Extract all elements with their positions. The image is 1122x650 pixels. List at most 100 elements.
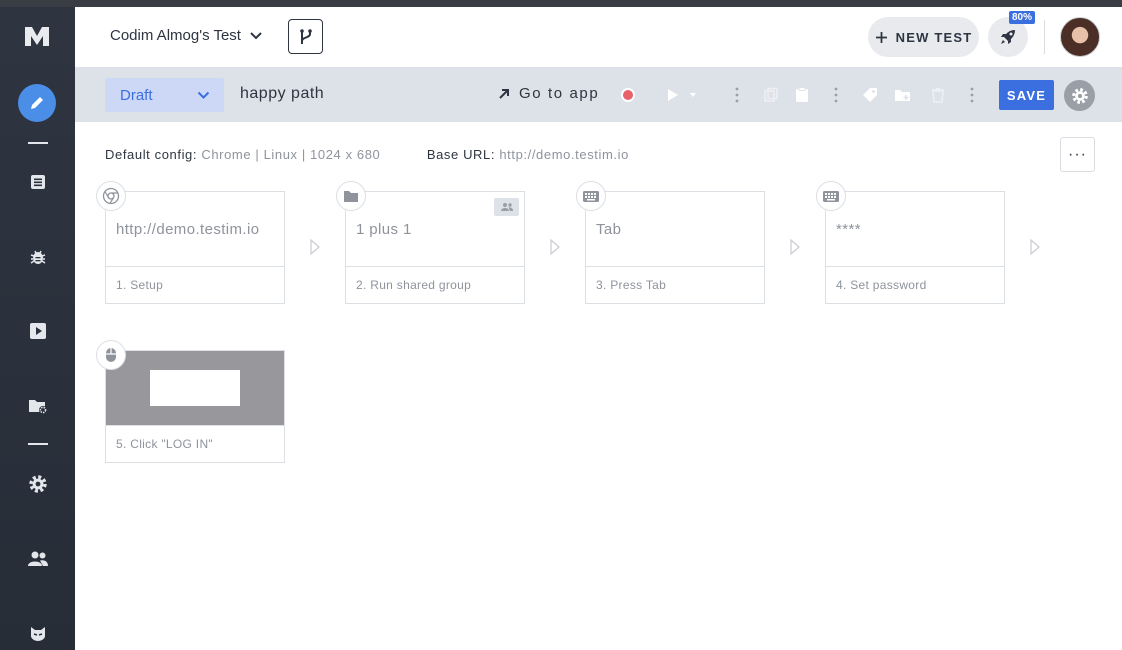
- test-canvas: Default config: Chrome | Linux | 1024 x …: [75, 122, 1122, 650]
- play-icon: [668, 89, 678, 101]
- more-options-button[interactable]: ···: [1060, 137, 1095, 172]
- step-arrow-icon: [550, 239, 560, 255]
- caret-down-icon: [690, 93, 696, 97]
- testim-logo[interactable]: [23, 24, 51, 48]
- play-options-dropdown[interactable]: [687, 84, 699, 106]
- more-run-options[interactable]: [726, 84, 748, 106]
- sidebar-divider: [28, 142, 48, 144]
- top-header: Codim Almog's Test NEW TEST 80%: [75, 7, 1122, 67]
- pencil-icon: [31, 97, 43, 109]
- step-arrow-icon: [790, 239, 800, 255]
- arrow-up-right-icon: [499, 88, 509, 99]
- shared-group-badge: [494, 198, 519, 216]
- gear-icon: [1071, 87, 1088, 104]
- step-card[interactable]: **** 4. Set password: [825, 191, 1005, 304]
- element-highlight: [150, 370, 240, 406]
- sidebar-item-bugs[interactable]: [27, 246, 49, 268]
- go-to-app-link[interactable]: Go to app: [498, 85, 599, 102]
- delete-button[interactable]: [927, 84, 949, 106]
- step-screenshot-thumbnail: [106, 351, 284, 426]
- sidebar-divider: [28, 443, 48, 445]
- test-name[interactable]: happy path: [240, 85, 324, 103]
- chevron-down-icon: [250, 31, 262, 39]
- record-button[interactable]: [617, 84, 639, 106]
- default-config-label: Default config:: [105, 147, 198, 162]
- window-top-strip: [0, 0, 1122, 7]
- step-label: 2. Run shared group: [356, 278, 472, 292]
- step-card[interactable]: http://demo.testim.io 1. Setup: [105, 191, 285, 304]
- record-icon: [621, 88, 635, 102]
- step-type-badge: [336, 181, 366, 211]
- branch-icon: [299, 28, 312, 44]
- play-icon: [30, 323, 46, 339]
- play-button[interactable]: [662, 84, 684, 106]
- default-config-value[interactable]: Chrome | Linux | 1024 x 680: [201, 147, 380, 162]
- step-label: 4. Set password: [836, 278, 927, 292]
- sidebar: [0, 7, 75, 650]
- sidebar-item-team[interactable]: [27, 548, 49, 570]
- status-value: Draft: [120, 86, 153, 104]
- sidebar-item-tests[interactable]: [27, 171, 49, 193]
- label-button[interactable]: [859, 84, 881, 106]
- test-settings-button[interactable]: [1064, 80, 1095, 111]
- sidebar-item-settings[interactable]: [27, 473, 49, 495]
- step-type-badge: [96, 181, 126, 211]
- header-divider: [1044, 20, 1045, 54]
- chrome-icon: [102, 187, 120, 205]
- base-url-value[interactable]: http://demo.testim.io: [499, 147, 629, 162]
- rocket-icon: [1001, 30, 1015, 44]
- step-card[interactable]: Tab 3. Press Tab: [585, 191, 765, 304]
- sidebar-item-editor[interactable]: [18, 84, 56, 122]
- app-window: Codim Almog's Test NEW TEST 80% Draft ha…: [0, 0, 1122, 650]
- step-type-badge: [576, 181, 606, 211]
- list-icon: [31, 175, 45, 189]
- clipboard-icon: [796, 87, 808, 102]
- more-test-options[interactable]: [961, 84, 983, 106]
- more-edit-options[interactable]: [825, 84, 847, 106]
- step-arrow-icon: [310, 239, 320, 255]
- branch-button[interactable]: [288, 19, 323, 54]
- step-arrow-icon: [1030, 239, 1040, 255]
- step-label: 3. Press Tab: [596, 278, 667, 292]
- progress-badge: 80%: [1009, 11, 1036, 24]
- new-test-button[interactable]: NEW TEST: [868, 17, 979, 57]
- bug-icon: [30, 250, 46, 264]
- step-label: 5. Click "LOG IN": [116, 437, 213, 451]
- sidebar-item-help[interactable]: [27, 622, 49, 644]
- step-card[interactable]: 1 plus 1 2. Run shared group: [345, 191, 525, 304]
- users-icon: [500, 203, 513, 211]
- sidebar-item-runs[interactable]: [27, 320, 49, 342]
- project-selector[interactable]: Codim Almog's Test: [110, 27, 263, 44]
- copy-icon: [764, 87, 778, 102]
- test-toolbar: Draft happy path Go to app SAVE: [75, 67, 1122, 122]
- base-url-label: Base URL:: [426, 147, 496, 162]
- add-to-folder-button[interactable]: [892, 84, 914, 106]
- step-preview: ****: [826, 192, 1004, 267]
- avatar[interactable]: [1060, 17, 1100, 57]
- step-card[interactable]: 5. Click "LOG IN": [105, 350, 285, 463]
- keyboard-icon: [583, 190, 599, 202]
- go-to-app-label: Go to app: [519, 85, 600, 102]
- step-preview: Tab: [586, 192, 764, 267]
- users-icon: [28, 551, 48, 566]
- folder-gear-icon: [29, 400, 47, 414]
- new-test-label: NEW TEST: [895, 29, 973, 45]
- trash-icon: [932, 87, 944, 103]
- vertical-dots-icon: [970, 87, 974, 103]
- vertical-dots-icon: [834, 87, 838, 103]
- plus-icon: [875, 31, 887, 43]
- step-label: 1. Setup: [116, 278, 164, 292]
- step-preview: http://demo.testim.io: [106, 192, 284, 267]
- save-button[interactable]: SAVE: [999, 80, 1054, 110]
- paste-button[interactable]: [791, 84, 813, 106]
- config-bar: Default config: Chrome | Linux | 1024 x …: [105, 147, 629, 162]
- folder-plus-icon: [895, 90, 910, 101]
- copy-button[interactable]: [760, 84, 782, 106]
- tag-icon: [863, 88, 877, 102]
- project-name: Codim Almog's Test: [110, 27, 241, 44]
- sidebar-item-suites[interactable]: [27, 395, 49, 417]
- step-type-badge: [96, 340, 126, 370]
- status-dropdown[interactable]: Draft: [105, 78, 224, 112]
- gear-icon: [29, 475, 47, 493]
- step-type-badge: [816, 181, 846, 211]
